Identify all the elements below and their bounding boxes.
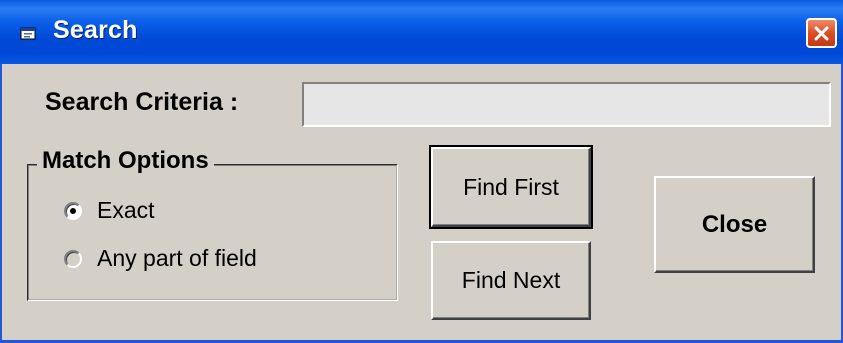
search-criteria-label: Search Criteria : bbox=[45, 88, 239, 116]
find-next-button[interactable]: Find Next bbox=[431, 241, 591, 320]
exact-radio[interactable] bbox=[64, 202, 82, 220]
search-dialog: Search Search Criteria : Match Options E… bbox=[0, 0, 843, 343]
any-part-radio[interactable] bbox=[64, 250, 82, 268]
any-part-label[interactable]: Any part of field bbox=[97, 245, 257, 272]
search-criteria-input[interactable] bbox=[302, 82, 831, 127]
close-button[interactable]: Close bbox=[654, 176, 815, 273]
find-first-button[interactable]: Find First bbox=[429, 145, 593, 229]
close-icon[interactable] bbox=[806, 18, 837, 48]
match-options-title: Match Options bbox=[37, 147, 214, 175]
search-app-icon bbox=[20, 27, 36, 40]
window-title: Search bbox=[53, 16, 138, 44]
match-options-group bbox=[27, 164, 398, 301]
exact-label[interactable]: Exact bbox=[97, 197, 155, 224]
title-bar[interactable]: Search bbox=[0, 0, 843, 64]
